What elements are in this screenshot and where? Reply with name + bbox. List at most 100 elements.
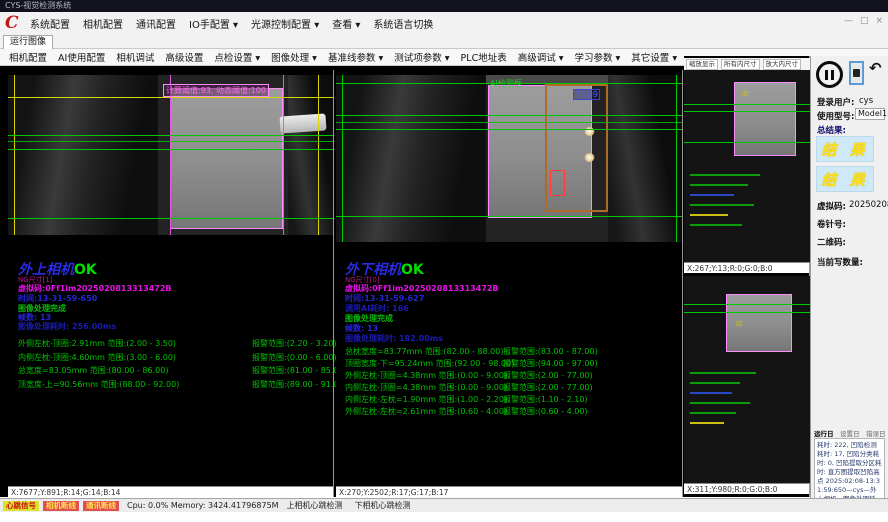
status-badge-2: 通讯断线 (83, 501, 119, 511)
mini-text-line (690, 224, 742, 226)
alarm-range: 报警范围:(0.00 - 6.00) (252, 352, 337, 363)
mini-text-line (690, 372, 756, 374)
measure-value: 总宽度=83.05mm 范围:(80.00 - 86.00) (18, 365, 168, 376)
close-button[interactable]: × (875, 16, 883, 26)
toolbar-item-6[interactable]: 基准线参数 ▾ (328, 50, 383, 64)
mini-text-line (690, 412, 736, 414)
measurement-list-lower: 总枕宽度=83.77mm 范围:(82.00 - 88.00)报警范围:(83.… (345, 346, 675, 418)
menu-item-1[interactable]: 相机配置 (83, 16, 123, 31)
menu-item-4[interactable]: 光源控制配置 ▾ (251, 16, 319, 31)
model-label: 使用型号: (817, 110, 854, 122)
count-label: 当前写数量: (817, 256, 863, 268)
guide-line (14, 75, 15, 235)
vcode-value: 20250208 (849, 200, 888, 210)
toolbar-item-1[interactable]: AI使用配置 (58, 50, 105, 64)
mini-label: ▯▯ (736, 320, 743, 327)
pixel-coord-readout: X:267;Y:13;R:0;G:0;B:0 (684, 262, 809, 273)
measure-row: 内侧左枕-左枕=1.90mm 范围:(1.00 - 2.20)报警范围:(1.1… (345, 394, 675, 406)
measure-value: 外侧左枕-左枕=2.61mm 范围:(0.60 - 4.00) (345, 406, 507, 417)
control-panel: ↶ 登录用户: cys 使用型号: Model1 总结果: 结 果 结 果 虚拟… (810, 56, 888, 498)
mini-text-line (690, 184, 748, 186)
elapsed-line: 图像处理耗时: 182.00ms (345, 333, 443, 344)
measure-line (8, 149, 333, 150)
toolbar-item-2[interactable]: 相机调试 (116, 50, 154, 64)
app-logo-icon: C (5, 13, 19, 33)
mini-text-line (690, 194, 734, 196)
undo-arrow-button[interactable]: ↶ (869, 59, 882, 77)
thumb-tab-2[interactable]: 放大内尺寸 (763, 59, 802, 70)
status-link-0[interactable]: 上相机心跳检测 (287, 500, 343, 511)
mini-text-line (690, 214, 728, 216)
maximize-button[interactable]: □ (860, 16, 869, 26)
model-value-box[interactable]: Model1 (855, 108, 885, 120)
mini-text-line (690, 174, 760, 176)
mini-text-line (690, 422, 724, 424)
alarm-range: 报警范围:(81.00 - 85.00) (252, 365, 347, 376)
toolbar-item-5[interactable]: 图像处理 ▾ (271, 50, 317, 64)
vcode-label: 虚拟码: (817, 200, 846, 212)
qr-label: 二维码: (817, 236, 846, 248)
window-controls: — □ × (844, 16, 883, 26)
camera-image-lower[interactable]: AI检测框 73.89 (336, 75, 682, 242)
toolbar-item-7[interactable]: 测试项参数 ▾ (394, 50, 449, 64)
menu-bar: C 系统配置相机配置通讯配置IO手配置 ▾光源控制配置 ▾查看 ▾系统语言切换 … (0, 12, 888, 34)
status-link-1[interactable]: 下相机心跳检测 (355, 500, 411, 511)
roi-line (283, 75, 284, 235)
tab-strip: 运行图像 (0, 34, 888, 49)
camera-icon (853, 69, 860, 77)
camera-image-upper[interactable]: 计算阈值:93, 动态阈值:100 (8, 75, 333, 235)
measure-value: 内侧左枕-左枕=1.90mm 范围:(1.00 - 2.20) (345, 394, 507, 405)
pause-button[interactable] (816, 61, 843, 88)
menu-item-0[interactable]: 系统配置 (30, 16, 70, 31)
measure-row: 内侧左枕-顶圈=4.38mm 范围:(0.00 - 9.00)报警范围:(2.0… (345, 382, 675, 394)
toolbar-item-11[interactable]: 其它设置 ▾ (631, 50, 677, 64)
menu-item-2[interactable]: 通讯配置 (136, 16, 176, 31)
toolbar-item-10[interactable]: 学习参数 ▾ (575, 50, 621, 64)
tab-run-image[interactable]: 运行图像 (3, 35, 53, 49)
result-ok-label: OK (74, 262, 97, 278)
toolbar-item-9[interactable]: 高级调试 ▾ (518, 50, 564, 64)
measure-line (8, 135, 333, 136)
measure-line (684, 312, 810, 313)
measure-row: 总枕宽度=83.77mm 范围:(82.00 - 88.00)报警范围:(83.… (345, 346, 675, 358)
alarm-range: 报警范围:(83.00 - 87.00) (503, 346, 598, 357)
measure-row: 内侧左枕-顶圈:4.60mm 范围:(3.00 - 6.00)报警范围:(0.0… (18, 352, 328, 366)
measure-line (336, 115, 682, 116)
measure-value: 内侧左枕-顶圈=4.38mm 范围:(0.00 - 9.00) (345, 382, 507, 393)
ai-box-label: AI检测框 (490, 78, 522, 89)
mini-label: ▯▯ (742, 90, 749, 97)
thumb-tab-0[interactable]: 缩放显示 (686, 59, 718, 70)
measure-value: 总枕宽度=83.77mm 范围:(82.00 - 88.00) (345, 346, 503, 357)
measure-line (684, 111, 810, 112)
thumbnail-view-top[interactable]: ▯▯ (684, 70, 810, 262)
status-badge-0: 心跳信号 (3, 501, 39, 511)
mini-text-line (690, 382, 740, 384)
alarm-range: 报警范围:(94.00 - 97.00) (503, 358, 598, 369)
thumb-tab-1[interactable]: 所有内尺寸 (721, 59, 760, 70)
camera-lock-button[interactable] (849, 61, 864, 85)
measure-row: 外侧左枕-左枕=2.61mm 范围:(0.60 - 4.00)报警范围:(0.6… (345, 406, 675, 418)
product-roi (170, 88, 283, 229)
heartbeat-links: 上相机心跳检测 下相机心跳检测 (287, 500, 411, 511)
toolbar-item-4[interactable]: 点检设置 ▾ (214, 50, 260, 64)
led-highlight (584, 153, 595, 162)
alarm-range: 报警范围:(0.60 - 4.00) (503, 406, 588, 417)
toolbar-item-3[interactable]: 高级设置 (165, 50, 203, 64)
thumbnail-view-bottom[interactable]: ▯▯ (684, 276, 810, 483)
ai-score-tag: 73.89 (573, 89, 600, 100)
measure-value: 顶圈宽度-下=95.24mm 范围:(92.00 - 98.00) (345, 358, 514, 369)
connector-object (279, 113, 326, 133)
menu-item-5[interactable]: 查看 ▾ (332, 16, 360, 31)
menu-item-6[interactable]: 系统语言切换 (373, 16, 433, 31)
measure-line (684, 104, 810, 105)
alarm-range: 报警范围:(2.00 - 77.00) (503, 370, 593, 381)
menu-item-3[interactable]: IO手配置 ▾ (189, 16, 238, 31)
minimize-button[interactable]: — (844, 16, 853, 26)
cpu-memory-readout: Cpu: 0.0% Memory: 3424.41796875M (127, 501, 279, 510)
measure-row: 总宽度=83.05mm 范围:(80.00 - 86.00)报警范围:(81.0… (18, 365, 328, 379)
toolbar-item-8[interactable]: PLC地址表 (461, 50, 507, 64)
pixel-coord-readout: X:311;Y:980;R:0;G:0;B:0 (684, 483, 809, 494)
window-title: CYS-视觉检测系统 (5, 1, 71, 10)
toolbar-item-0[interactable]: 相机配置 (9, 50, 47, 64)
menu-items: 系统配置相机配置通讯配置 IO手配置 ▾ 光源控制配置 ▾ 查看 ▾ 系统语言切换 (30, 12, 433, 34)
